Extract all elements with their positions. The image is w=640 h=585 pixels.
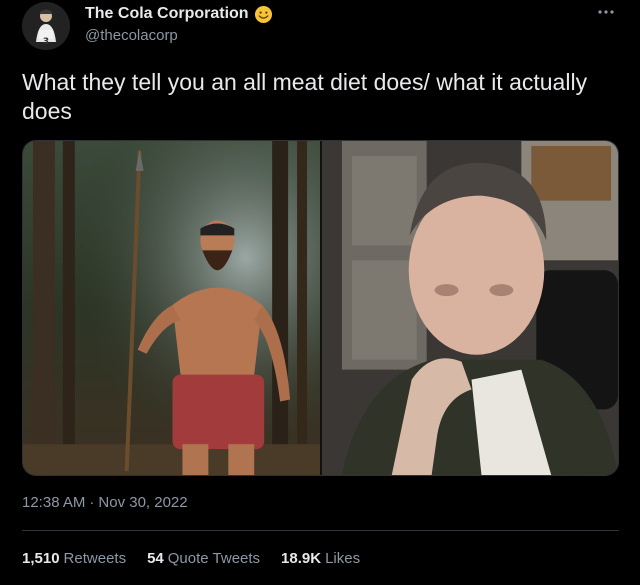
author-handle[interactable]: @thecolacorp: [85, 27, 178, 44]
tweet-date[interactable]: Nov 30, 2022: [98, 494, 187, 511]
author-display-name[interactable]: The Cola Corporation: [85, 5, 249, 23]
retweets-stat[interactable]: 1,510 Retweets: [22, 550, 126, 567]
more-dots-icon[interactable]: [596, 6, 616, 18]
tweet: 3 The Cola Corporation @thecolacorp What…: [0, 0, 640, 585]
author-avatar[interactable]: 3: [22, 2, 70, 50]
tweet-text: What they tell you an all meat diet does…: [22, 69, 588, 124]
stats-divider: [22, 530, 619, 531]
retweets-count: 1,510: [22, 550, 60, 567]
svg-text:3: 3: [43, 37, 49, 47]
smiling-face-emoji-icon: [254, 5, 272, 23]
tweet-stats: 1,510 Retweets 54 Quote Tweets 18.9K Lik…: [22, 550, 360, 567]
tweet-timestamp[interactable]: 12:38 AM · Nov 30, 2022: [22, 494, 188, 511]
quote-tweets-label: Quote Tweets: [167, 550, 261, 567]
tweet-media[interactable]: [22, 140, 619, 476]
media-photo-left[interactable]: [23, 141, 320, 475]
quote-tweets-stat[interactable]: 54 Quote Tweets: [147, 550, 260, 567]
quote-tweets-count: 54: [147, 550, 164, 567]
media-photo-right[interactable]: [322, 141, 618, 475]
likes-stat[interactable]: 18.9K Likes: [281, 550, 360, 567]
author-name-row[interactable]: The Cola Corporation: [85, 4, 273, 24]
likes-count: 18.9K: [281, 550, 322, 567]
timestamp-separator: ·: [89, 494, 95, 511]
tweet-time[interactable]: 12:38 AM: [22, 494, 85, 511]
retweets-label: Retweets: [63, 550, 127, 567]
likes-label: Likes: [325, 550, 361, 567]
